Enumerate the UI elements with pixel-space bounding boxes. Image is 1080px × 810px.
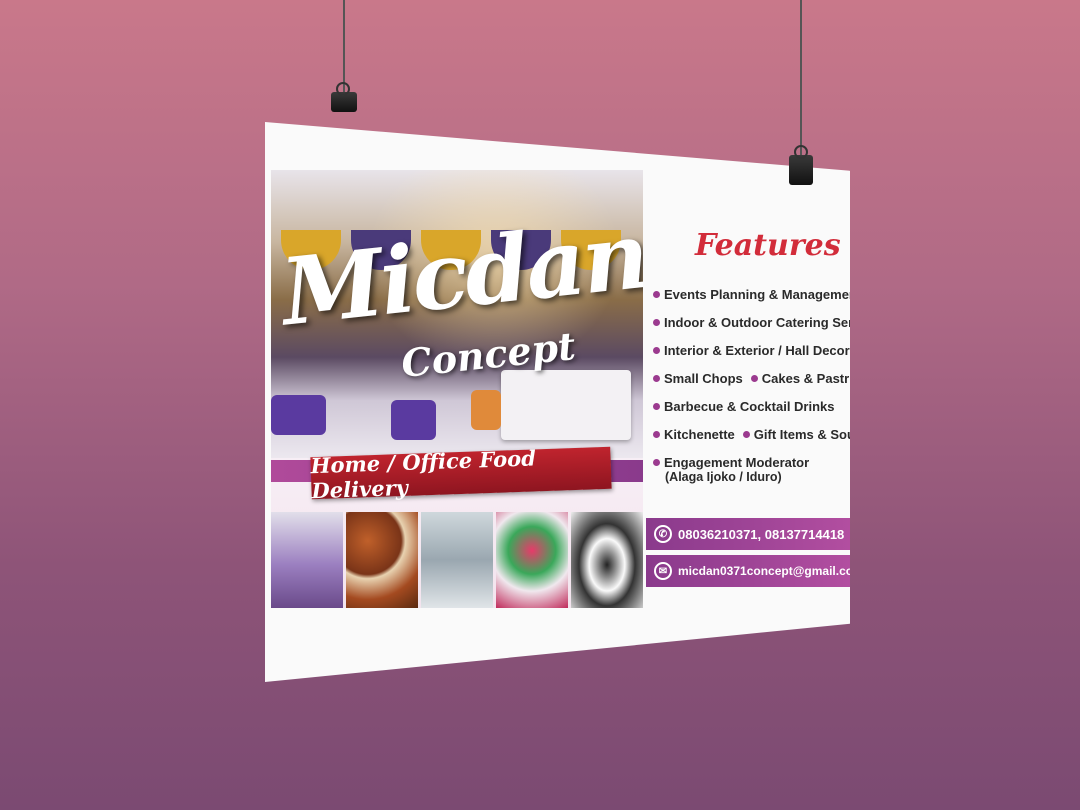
feature-item: Indoor & Outdoor Catering Services <box>653 308 850 336</box>
feature-item: Barbecue & Cocktail Drinks <box>653 392 850 420</box>
chair <box>391 400 436 440</box>
food-thumbnail <box>346 512 418 608</box>
email-icon: ✉ <box>654 562 672 580</box>
binder-clip-right <box>789 145 813 185</box>
bullet-icon <box>653 402 660 410</box>
feature-list: Events Planning & Management Indoor & Ou… <box>653 280 850 484</box>
phone-contact: ✆ 08036210371, 08137714418 <box>646 518 850 550</box>
cake-thumbnail <box>571 512 643 608</box>
feature-label: Gift Items & Souvenirs <box>753 426 894 442</box>
feature-item: Small Chops Cakes & Pastries <box>653 364 850 392</box>
brand-name: Micdan <box>276 200 643 347</box>
feature-label: Engagement Moderator <box>664 454 810 470</box>
bullet-icon <box>653 458 660 466</box>
email-contact: ✉ micdan0371concept@gmail.com <box>646 555 850 587</box>
banquet-table <box>501 370 631 440</box>
chair <box>471 390 501 430</box>
feature-label: Interior & Exterior / Hall Decorations <box>664 342 888 358</box>
poster: Micdan Concept Home / Office Food Delive… <box>265 122 850 682</box>
feature-item: Kitchenette Gift Items & Souvenirs <box>653 420 850 448</box>
event-hall-thumbnail <box>271 512 343 608</box>
hall-photo: Micdan Concept <box>271 170 643 458</box>
poster-content: Micdan Concept Home / Office Food Delive… <box>271 170 850 640</box>
feature-note: (Alaga Ijoko / Iduro) <box>665 470 782 484</box>
phone-icon: ✆ <box>654 525 672 543</box>
bullet-icon <box>742 430 750 438</box>
mockup-stage: Micdan Concept Home / Office Food Delive… <box>0 0 1080 810</box>
features-heading: Features <box>695 228 841 263</box>
bullet-icon <box>653 318 660 326</box>
bullet-icon <box>750 374 758 382</box>
bullet-icon <box>653 430 660 438</box>
email-address: micdan0371concept@gmail.com <box>678 564 864 578</box>
cocktail-thumbnail <box>496 512 568 608</box>
chair <box>271 395 326 435</box>
binder-clip-left <box>331 82 357 112</box>
decor-thumbnail <box>421 512 493 608</box>
feature-label: Events Planning & Management <box>664 286 862 302</box>
feature-item: Interior & Exterior / Hall Decorations <box>653 336 850 364</box>
photo-strip <box>271 512 643 608</box>
phone-numbers: 08036210371, 08137714418 <box>678 526 845 542</box>
feature-label: Cakes & Pastries <box>761 370 868 386</box>
bullet-icon <box>653 290 660 298</box>
delivery-banner: Home / Office Food Delivery <box>310 445 612 503</box>
feature-label: Small Chops <box>664 370 743 386</box>
feature-label: Barbecue & Cocktail Drinks <box>664 398 835 414</box>
feature-item: Events Planning & Management <box>653 280 850 308</box>
bullet-icon <box>653 374 660 382</box>
bullet-icon <box>653 346 660 354</box>
feature-label: Indoor & Outdoor Catering Services <box>664 314 886 330</box>
feature-label: Kitchenette <box>664 426 735 442</box>
